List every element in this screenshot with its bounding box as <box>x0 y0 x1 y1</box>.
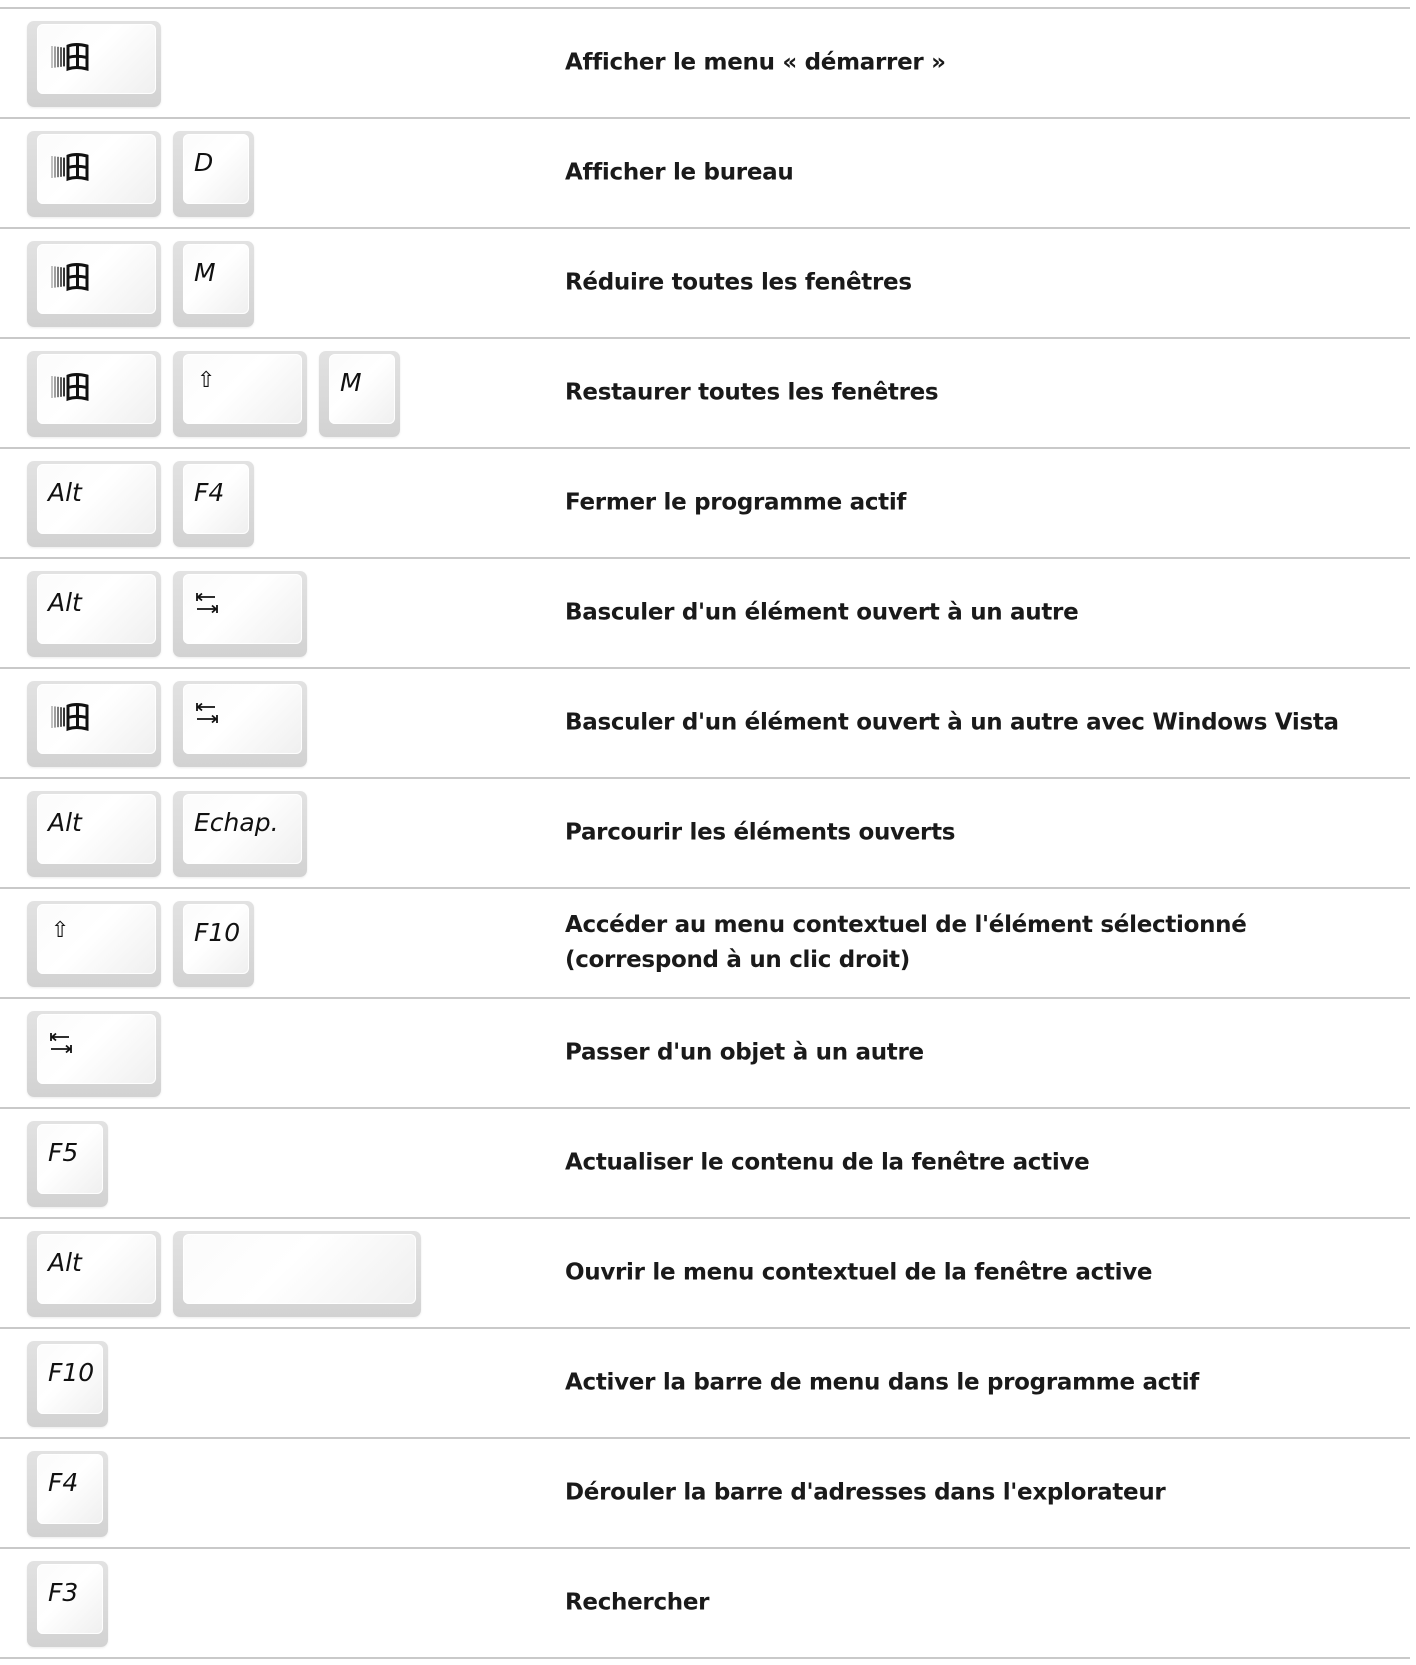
key-label: Alt <box>48 588 82 617</box>
key-f4: F4 <box>27 1451 108 1537</box>
description-line: Actualiser le contenu de la fenêtre acti… <box>565 1149 1090 1176</box>
shortcut-row: Alt Ouvrir le menu contextuel de la fenêt… <box>0 1219 1410 1329</box>
key-alt: Alt <box>27 461 161 547</box>
key-alt: Alt <box>27 791 161 877</box>
tab-key <box>27 1011 161 1097</box>
tab-key <box>173 681 307 767</box>
key-alt: Alt <box>27 1231 161 1317</box>
shift-arrow-icon: ⇧ <box>51 918 70 943</box>
key-d: D <box>173 131 254 217</box>
shortcut-row: Alt Basculer d'un élément ouvert à un aut… <box>0 559 1410 669</box>
shortcut-row: F3 Rechercher <box>0 1549 1410 1659</box>
key-label: F5 <box>48 1138 79 1167</box>
shortcut-row: ⇧ M Restaurer toutes les fenêtres <box>0 339 1410 449</box>
description-line: Basculer d'un élément ouvert à un autre … <box>565 709 1339 736</box>
shortcut-description: Réduire toutes les fenêtres <box>565 266 912 301</box>
key-f4: F4 <box>173 461 254 547</box>
windows-logo-icon <box>51 263 89 292</box>
key-label: F3 <box>48 1578 79 1607</box>
shortcut-description: Basculer d'un élément ouvert à un autre … <box>565 706 1339 741</box>
shortcut-description: Parcourir les éléments ouverts <box>565 816 955 851</box>
key-m: M <box>319 351 400 437</box>
description-line: Accéder au menu contextuel de l'élément … <box>565 912 1247 938</box>
key-f3: F3 <box>27 1561 108 1647</box>
description-line: Dérouler la barre d'adresses dans l'expl… <box>565 1479 1166 1506</box>
shortcut-row: Alt F4 Fermer le programme actif <box>0 449 1410 559</box>
windows-key <box>27 351 161 437</box>
description-line: Afficher le menu « démarrer » <box>565 49 946 76</box>
shortcut-description: Basculer d'un élément ouvert à un autre <box>565 596 1079 631</box>
description-line: Fermer le programme actif <box>565 489 907 516</box>
description-line: (correspond à un clic droit) <box>565 947 910 973</box>
key-echap: Echap. <box>173 791 307 877</box>
shortcut-description: Restaurer toutes les fenêtres <box>565 376 939 411</box>
shortcut-row: Passer d'un objet à un autre <box>0 999 1410 1109</box>
shortcut-description: Ouvrir le menu contextuel de la fenêtre … <box>565 1256 1153 1291</box>
key-alt: Alt <box>27 571 161 657</box>
tab-key <box>173 571 307 657</box>
windows-key <box>27 131 161 217</box>
windows-logo-icon <box>51 153 89 182</box>
shortcut-row: F4 Dérouler la barre d'adresses dans l'ex… <box>0 1439 1410 1549</box>
key-f10: F10 <box>173 901 254 987</box>
tab-arrows-icon <box>50 1032 72 1054</box>
shortcut-row: Basculer d'un élément ouvert à un autre … <box>0 669 1410 779</box>
shortcut-description: Actualiser le contenu de la fenêtre acti… <box>565 1146 1090 1181</box>
key-label: Echap. <box>194 808 279 837</box>
description-line: Passer d'un objet à un autre <box>565 1039 924 1066</box>
shortcut-description: Activer la barre de menu dans le program… <box>565 1366 1199 1401</box>
shortcut-row: F5 Actualiser le contenu de la fenêtre ac… <box>0 1109 1410 1219</box>
shift-arrow-icon: ⇧ <box>197 368 216 393</box>
key-label: M <box>194 258 216 287</box>
shortcut-description: Fermer le programme actif <box>565 486 906 521</box>
tab-arrows-icon <box>196 592 218 614</box>
shortcut-description: Accéder au menu contextuel de l'élément … <box>565 908 1247 978</box>
shift-key: ⇧ <box>173 351 307 437</box>
windows-logo-icon <box>51 43 89 72</box>
description-line: Basculer d'un élément ouvert à un autre <box>565 599 1079 626</box>
space-key <box>173 1231 421 1317</box>
shortcut-description: Dérouler la barre d'adresses dans l'expl… <box>565 1476 1166 1511</box>
key-label: D <box>194 148 214 177</box>
key-label: Alt <box>48 1248 82 1277</box>
shortcut-row: M Réduire toutes les fenêtres <box>0 229 1410 339</box>
key-label: F10 <box>194 918 241 947</box>
shortcuts-table: Afficher le menu « démarrer » D Afficher l… <box>0 7 1410 1659</box>
shortcut-row: ⇧ F10 Accéder au menu contextuel de l'élém… <box>0 889 1410 999</box>
windows-logo-icon <box>51 373 89 402</box>
description-line: Réduire toutes les fenêtres <box>565 269 912 296</box>
tab-arrows-icon <box>196 702 218 724</box>
shortcut-row: F10 Activer la barre de menu dans le prog… <box>0 1329 1410 1439</box>
shortcut-description: Afficher le menu « démarrer » <box>565 46 946 81</box>
description-line: Afficher le bureau <box>565 159 794 186</box>
description-line: Ouvrir le menu contextuel de la fenêtre … <box>565 1259 1153 1286</box>
key-label: F4 <box>194 478 225 507</box>
windows-key <box>27 21 161 107</box>
key-label: Alt <box>48 478 82 507</box>
shift-key: ⇧ <box>27 901 161 987</box>
key-label: Alt <box>48 808 82 837</box>
windows-logo-icon <box>51 703 89 732</box>
key-label: M <box>340 368 362 397</box>
key-m: M <box>173 241 254 327</box>
shortcut-row: Alt Echap. Parcourir les éléments ouverts <box>0 779 1410 889</box>
shortcut-row: Afficher le menu « démarrer » <box>0 9 1410 119</box>
shortcut-row: D Afficher le bureau <box>0 119 1410 229</box>
key-f5: F5 <box>27 1121 108 1207</box>
description-line: Parcourir les éléments ouverts <box>565 819 956 846</box>
key-label: F4 <box>48 1468 79 1497</box>
key-label: F10 <box>48 1358 95 1387</box>
windows-key <box>27 681 161 767</box>
shortcut-description: Passer d'un objet à un autre <box>565 1036 924 1071</box>
shortcut-description: Afficher le bureau <box>565 156 794 191</box>
description-line: Activer la barre de menu dans le program… <box>565 1369 1199 1396</box>
description-line: Restaurer toutes les fenêtres <box>565 379 939 406</box>
description-line: Rechercher <box>565 1589 710 1616</box>
key-f10: F10 <box>27 1341 108 1427</box>
shortcut-description: Rechercher <box>565 1586 710 1621</box>
windows-key <box>27 241 161 327</box>
